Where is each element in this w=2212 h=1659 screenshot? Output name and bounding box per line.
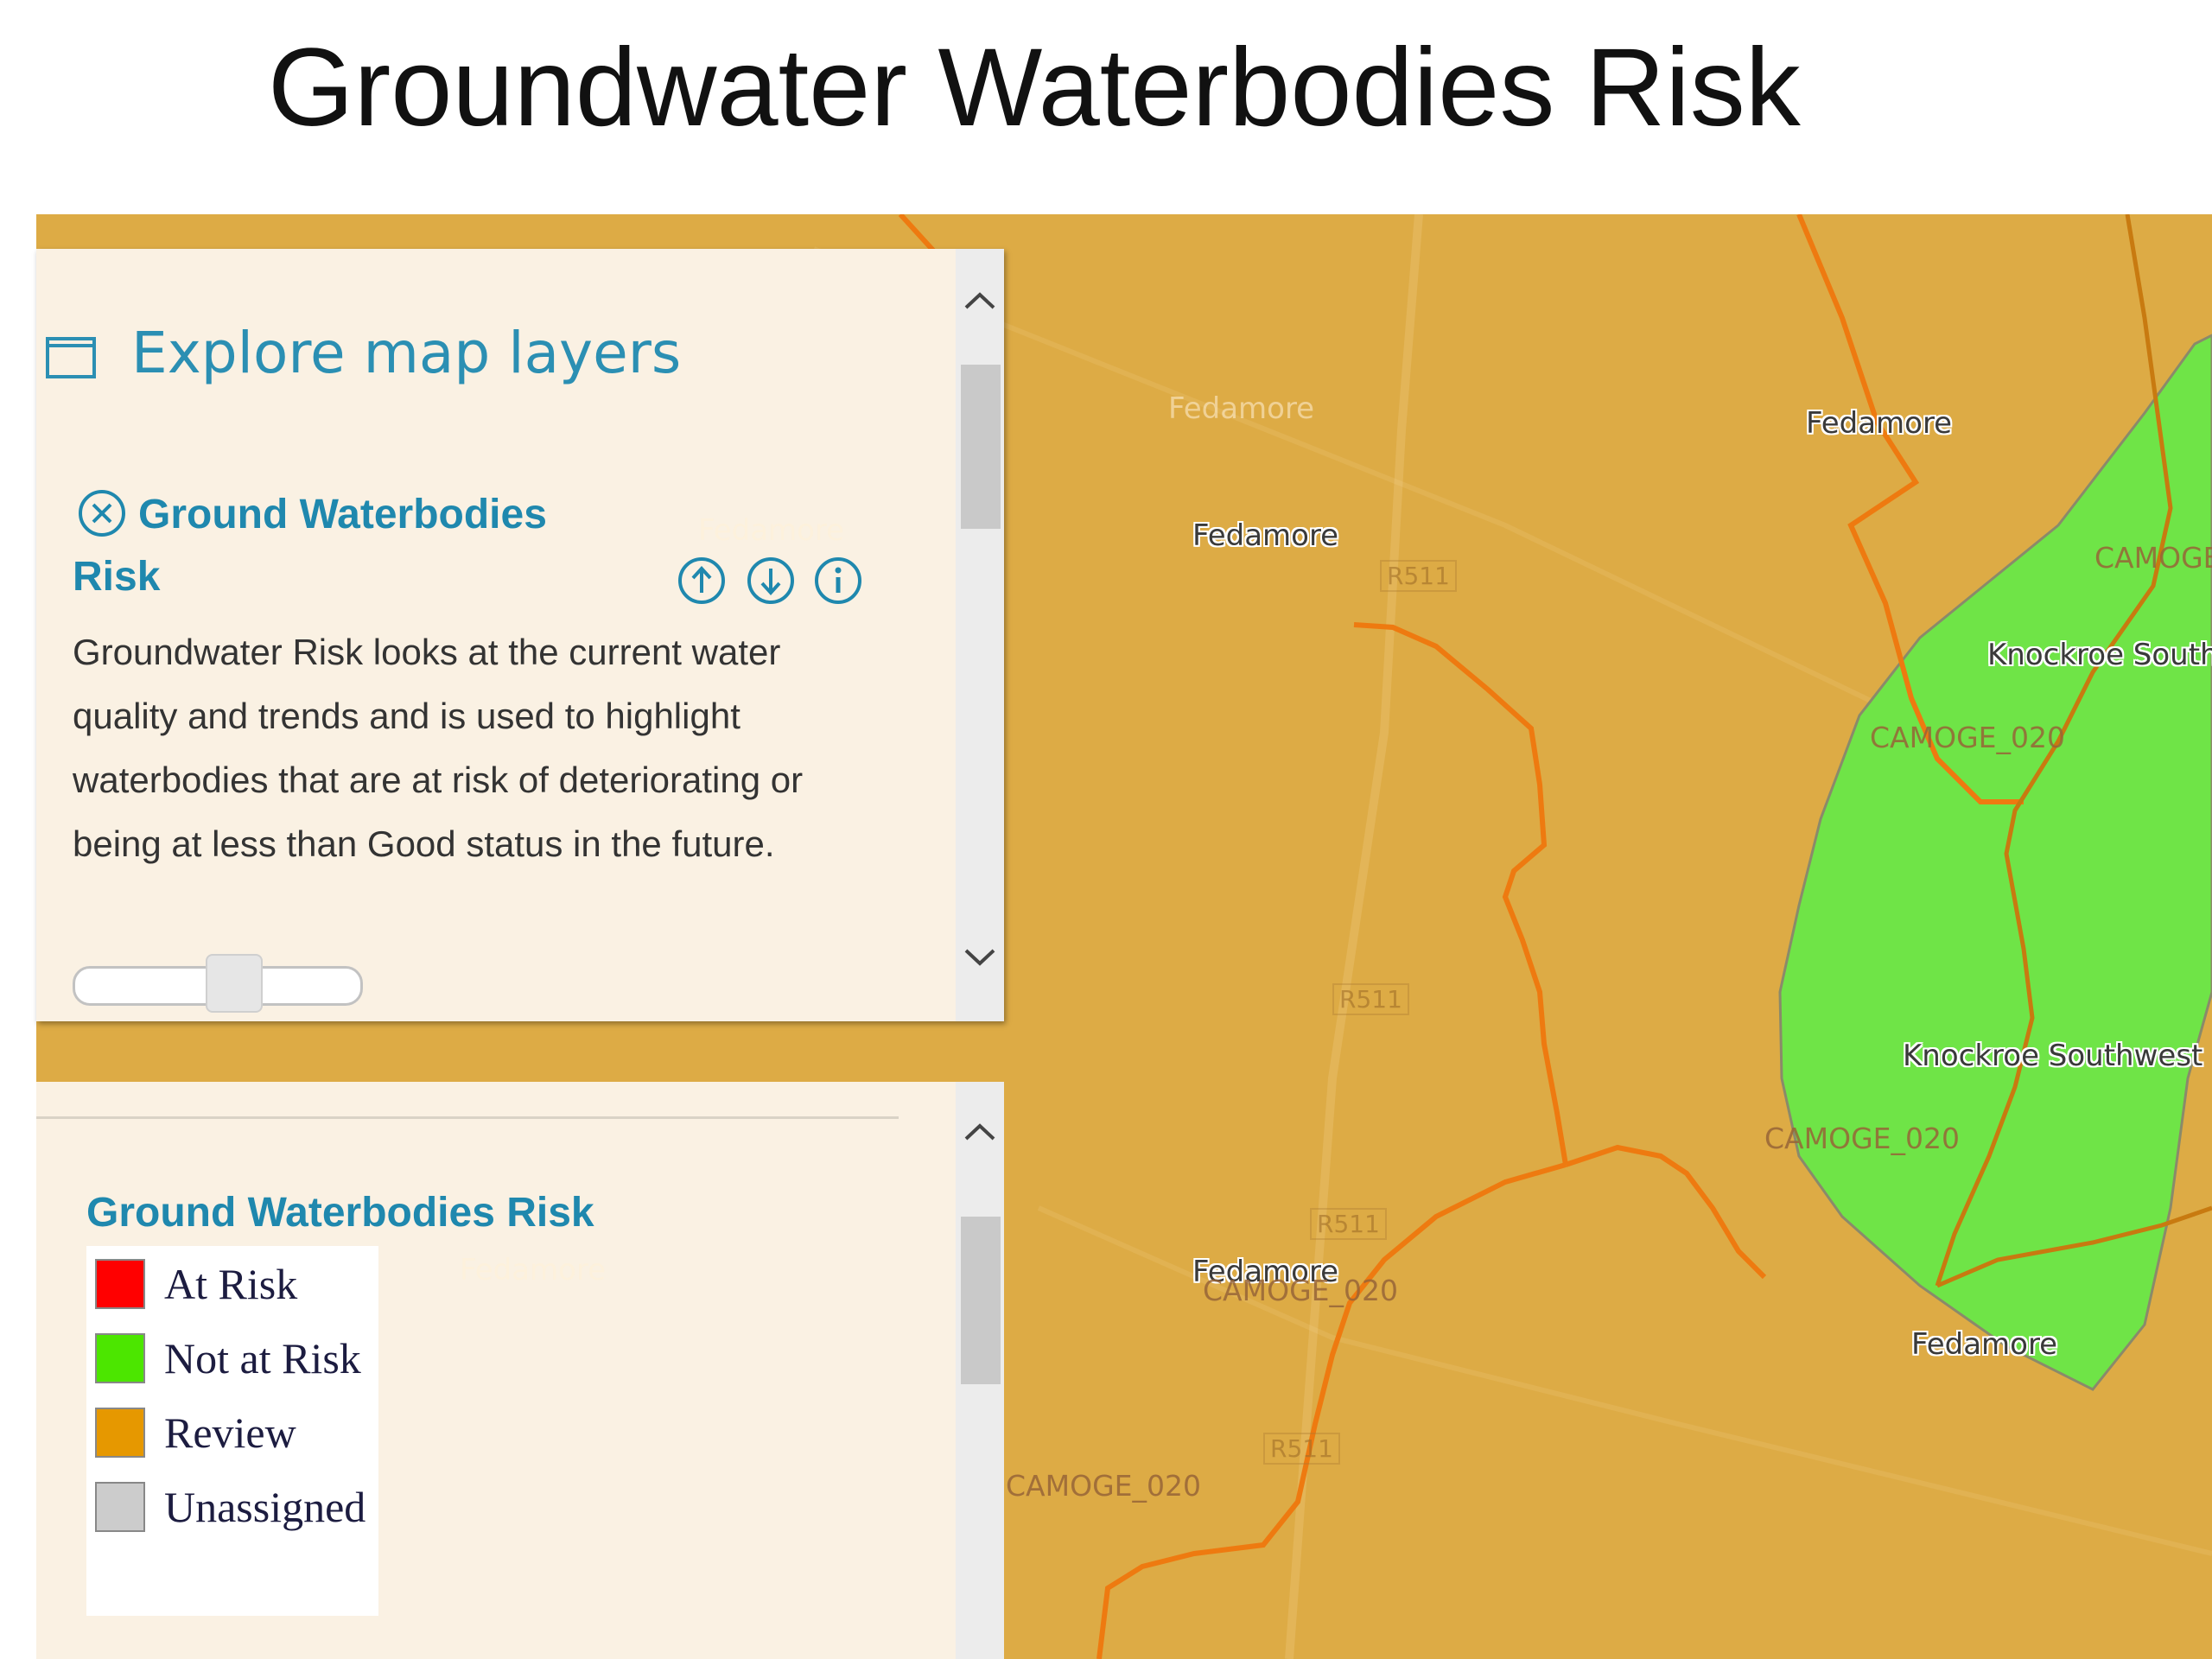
panel-scrollbar[interactable] <box>956 249 1004 1021</box>
map-label-fedamore-faint: Fedamore <box>1168 391 1315 426</box>
river-line <box>1565 1144 1767 1280</box>
legend-scrollbar[interactable] <box>956 1082 1004 1659</box>
legend-label: Unassigned <box>164 1483 366 1531</box>
map-label-fedamore: Fedamore <box>1806 406 1953 441</box>
scroll-down-icon[interactable] <box>956 931 1004 983</box>
map-label-camoge: CAMOGE_020 <box>1764 1122 1960 1155</box>
map-label-fedamore: Fedamore <box>1192 518 1339 553</box>
layer-title-continued: Risk <box>73 554 161 600</box>
panel-header: Explore map layers <box>131 320 682 386</box>
legend-swatch <box>95 1259 145 1309</box>
layer-title: Ground Waterbodies <box>138 492 547 537</box>
map-label-fedamore-faint: Fedamore <box>698 513 845 548</box>
map-label-camoge: CAMOGE <box>2094 541 2212 575</box>
map-road-label: R511 <box>1380 560 1457 592</box>
close-layer-icon[interactable] <box>76 487 128 539</box>
legend-label: Review <box>164 1408 296 1457</box>
map-label-fedamore: Fedamore <box>1911 1327 2058 1362</box>
scroll-up-icon[interactable] <box>956 1106 1004 1158</box>
layer-info-icon[interactable] <box>812 555 864 607</box>
move-layer-up-icon[interactable] <box>676 555 728 607</box>
legend-item-review: Review <box>95 1405 296 1460</box>
legend-item-not-at-risk: Not at Risk <box>95 1331 361 1386</box>
map-label-camoge: CAMOGE_020 <box>1203 1274 1398 1307</box>
map-label-knockroe-southwest: Knockroe Southwest <box>1903 1039 2203 1073</box>
legend-label: Not at Risk <box>164 1334 361 1382</box>
not-at-risk-area <box>1778 334 2212 1391</box>
folder-icon <box>46 337 96 378</box>
scroll-up-icon[interactable] <box>956 275 1004 327</box>
layer-description: Groundwater Risk looks at the current wa… <box>73 632 804 864</box>
opacity-slider-handle[interactable] <box>206 954 263 1013</box>
move-layer-down-icon[interactable] <box>745 555 797 607</box>
legend-swatch <box>95 1333 145 1383</box>
map-road-label: R511 <box>1332 983 1409 1015</box>
layers-panel: Explore map layers Fedamore Ground Water… <box>36 249 1004 1021</box>
legend-swatch <box>95 1408 145 1458</box>
map-label-camoge: CAMOGE_020 <box>1870 721 2065 754</box>
map-road-label: R511 <box>1263 1433 1340 1465</box>
legend-label: At Risk <box>164 1260 298 1308</box>
scroll-thumb[interactable] <box>961 365 1001 529</box>
map-road-label: R511 <box>1310 1208 1387 1240</box>
map-label-fedamore-faint: Fedamore <box>460 1253 607 1287</box>
legend-item-unassigned: Unassigned <box>95 1479 365 1535</box>
map-label-knockroe-south: Knockroe South <box>1987 638 2212 672</box>
legend-item-at-risk: At Risk <box>95 1256 297 1312</box>
slide-title: Groundwater Waterbodies Risk <box>268 26 1801 149</box>
legend-panel: Ground Waterbodies Risk At Risk Not at R… <box>36 1082 1004 1659</box>
legend-box: At Risk Not at Risk Review Unassigned <box>86 1246 378 1616</box>
legend-swatch <box>95 1482 145 1532</box>
map-label-camoge: CAMOGE_020 <box>1006 1469 1201 1503</box>
scroll-thumb[interactable] <box>961 1217 1001 1384</box>
divider <box>36 1116 899 1119</box>
legend-title: Ground Waterbodies Risk <box>86 1190 594 1236</box>
